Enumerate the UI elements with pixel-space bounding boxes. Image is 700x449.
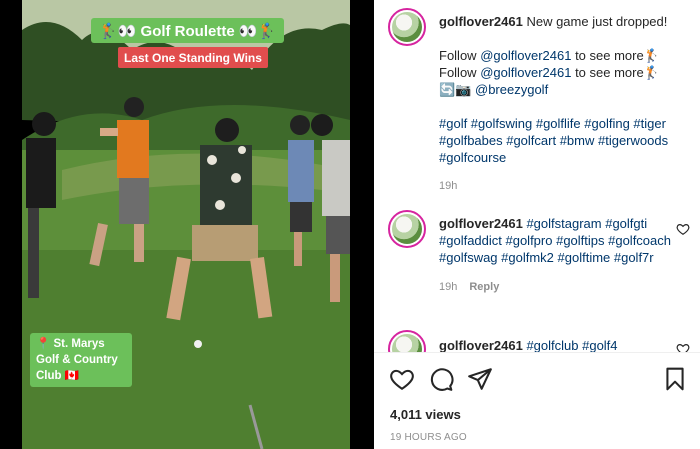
comment-hashtags-first[interactable]: #golfclub #golf4 — [526, 338, 617, 352]
caption-hashtags[interactable]: #golf #golfswing #golflife #golfing #tig… — [439, 115, 684, 166]
save-bookmark-icon[interactable] — [662, 366, 688, 392]
comment-text: golflover2461 #golfstagram #golfgti #gol… — [439, 215, 684, 296]
comment-time[interactable]: 19h — [439, 281, 457, 293]
caption-text: golflover2461 New game just dropped! Fol… — [439, 13, 684, 195]
avatar[interactable] — [388, 330, 426, 352]
comments-list[interactable]: golflover2461 New game just dropped! Fol… — [374, 0, 700, 352]
share-icon[interactable] — [467, 366, 493, 392]
comment-hashtags-rest[interactable]: #golfaddict #golfpro #golftips #golfcoac… — [439, 232, 684, 266]
mention-link[interactable]: @golflover2461 — [480, 48, 571, 63]
comment-username[interactable]: golflover2461 — [439, 216, 523, 231]
view-count[interactable]: 4,011 views — [390, 407, 461, 422]
like-comment-icon[interactable] — [676, 342, 690, 352]
post-side-panel: golflover2461 New game just dropped! Fol… — [374, 0, 700, 449]
comment-icon[interactable] — [428, 366, 454, 392]
caption-line-2-suffix: to see more🏌️ — [571, 48, 660, 63]
like-icon[interactable] — [389, 366, 415, 392]
caption-line-3: Follow @golflover2461 to see more🏌️ — [439, 64, 684, 81]
avatar[interactable] — [388, 8, 426, 46]
video-player[interactable]: 🏌️👀 Golf Roulette 👀🏌️ Last One Standing … — [22, 0, 350, 449]
like-comment-icon[interactable] — [676, 222, 690, 236]
comment-text: golflover2461 #golfclub #golf4 — [439, 337, 684, 352]
caption-time[interactable]: 19h — [439, 178, 684, 195]
comment-username[interactable]: golflover2461 — [439, 338, 523, 352]
location-sticker: 📍 St. Marys Golf & Country Club 🇨🇦 — [30, 333, 132, 387]
last-one-standing-sticker: Last One Standing Wins — [118, 47, 268, 68]
caption-line-3-prefix: Follow — [439, 65, 481, 80]
caption-username[interactable]: golflover2461 — [439, 14, 523, 29]
mention-link[interactable]: @breezygolf — [475, 82, 548, 97]
mention-link[interactable]: @golflover2461 — [480, 65, 571, 80]
video-pane: 🏌️👀 Golf Roulette 👀🏌️ Last One Standing … — [0, 0, 374, 449]
caption-line-2: Follow @golflover2461 to see more🏌️ — [439, 47, 684, 64]
comment-meta: 19h Reply — [439, 279, 684, 296]
avatar[interactable] — [388, 210, 426, 248]
comment-hashtags-first[interactable]: #golfstagram #golfgti — [526, 216, 647, 231]
caption-line-2-prefix: Follow — [439, 48, 481, 63]
golf-roulette-sticker: 🏌️👀 Golf Roulette 👀🏌️ — [91, 18, 285, 43]
caption-line-3-suffix: to see more🏌️ — [571, 65, 660, 80]
caption-line-1: New game just dropped! — [526, 14, 668, 29]
caption-line-4: 🔄📷 @breezygolf — [439, 81, 684, 98]
caption-line-4-prefix: 🔄📷 — [439, 82, 475, 97]
reply-button[interactable]: Reply — [469, 281, 499, 293]
post-timestamp[interactable]: 19 HOURS AGO — [390, 432, 467, 443]
